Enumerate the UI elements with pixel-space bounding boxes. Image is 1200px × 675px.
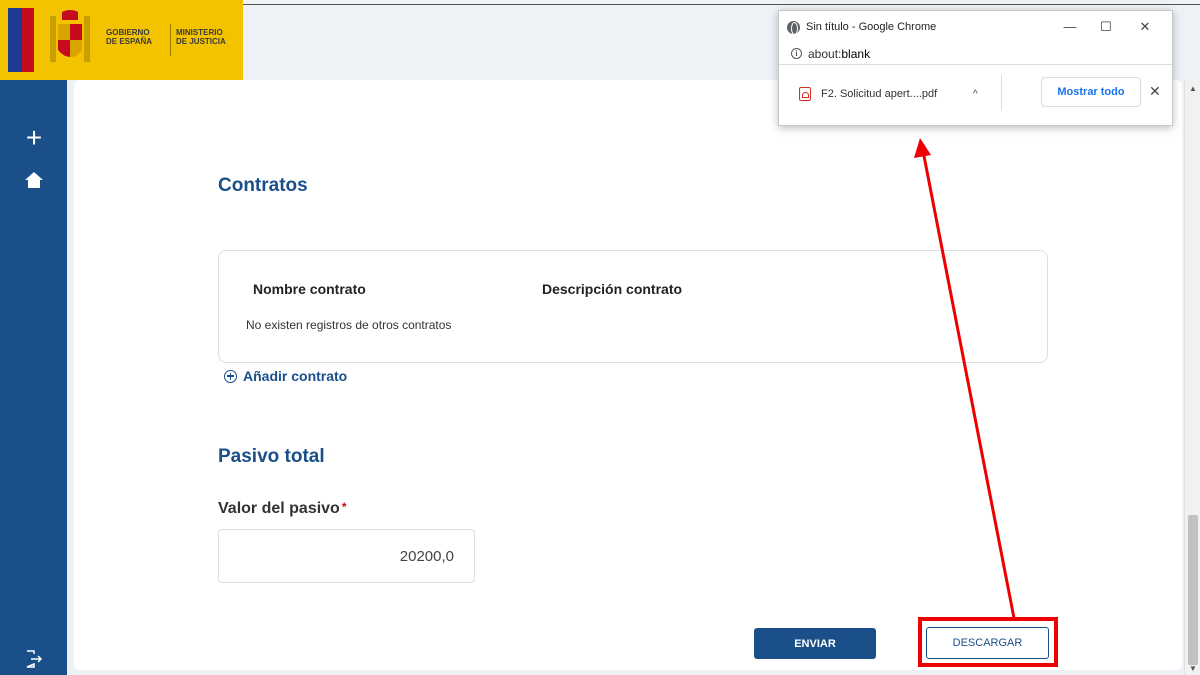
enviar-button[interactable]: ENVIAR	[754, 628, 876, 659]
top-border-line	[243, 4, 1200, 5]
chrome-address-bar[interactable]: i about: blank	[779, 43, 1172, 65]
download-filename[interactable]: F2. Solicitud apert....pdf	[821, 88, 937, 100]
plus-icon[interactable]: +	[22, 124, 46, 152]
column-header-descripcion: Descripción contrato	[542, 281, 683, 297]
gobierno-text: GOBIERNO DE ESPAÑA	[106, 28, 153, 46]
ministerio-text: MINISTERIO DE JUSTICIA	[176, 28, 226, 46]
required-mark: *	[341, 500, 347, 514]
chrome-popup-window: Sin título - Google Chrome — ☐ ✕ i about…	[778, 10, 1173, 126]
chevron-up-icon[interactable]: ^	[973, 89, 978, 100]
minimize-icon[interactable]: —	[1061, 19, 1079, 34]
downloads-divider	[1001, 75, 1002, 111]
chrome-window-title: Sin título - Google Chrome	[806, 21, 937, 33]
chrome-titlebar: Sin título - Google Chrome — ☐ ✕	[779, 11, 1172, 43]
spain-flag-stripe	[22, 8, 34, 72]
logout-icon[interactable]	[22, 647, 46, 671]
add-contrato-label: Añadir contrato	[243, 368, 348, 384]
contratos-table	[218, 250, 1048, 363]
add-circle-icon	[224, 369, 237, 383]
left-sidebar: +	[0, 0, 67, 675]
maximize-icon[interactable]: ☐	[1097, 19, 1115, 35]
window-close-icon[interactable]: ✕	[1136, 19, 1154, 35]
downloads-bar: F2. Solicitud apert....pdf ^ Mostrar tod…	[779, 65, 1172, 125]
info-icon[interactable]: i	[791, 48, 802, 59]
page-scrollbar[interactable]: ▲ ▼	[1184, 80, 1200, 675]
column-header-nombre: Nombre contrato	[253, 281, 366, 297]
contratos-heading: Contratos	[218, 175, 308, 196]
valor-pasivo-label: Valor del pasivo *	[218, 500, 347, 518]
url-blank: blank	[841, 46, 871, 61]
globe-icon	[787, 20, 800, 35]
logo-divider	[170, 24, 171, 56]
downloads-close-icon[interactable]: ✕	[1149, 83, 1161, 100]
empty-table-message: No existen registros de otros contratos	[246, 318, 452, 332]
scroll-up-arrow-icon[interactable]: ▲	[1189, 84, 1197, 93]
descargar-highlight-box	[918, 617, 1058, 667]
pdf-file-icon	[799, 87, 811, 101]
url-prefix: about:	[808, 46, 842, 61]
mostrar-todo-button[interactable]: Mostrar todo	[1041, 77, 1141, 107]
home-icon[interactable]	[22, 168, 46, 192]
gobierno-logo: GOBIERNO DE ESPAÑA MINISTERIO DE JUSTICI…	[0, 0, 243, 80]
coat-of-arms-icon	[50, 10, 90, 62]
valor-pasivo-input[interactable]	[218, 529, 475, 583]
screen: + GOBIERNO DE ESPAÑA MINISTERIO DE JUSTI…	[0, 0, 1200, 675]
valor-pasivo-label-text: Valor del pasivo	[218, 500, 340, 517]
scroll-down-arrow-icon[interactable]: ▼	[1189, 664, 1197, 673]
eu-flag-icon	[8, 8, 22, 72]
add-contrato-link[interactable]: Añadir contrato	[224, 368, 347, 384]
scroll-thumb[interactable]	[1188, 515, 1198, 665]
pasivo-heading: Pasivo total	[218, 446, 325, 467]
